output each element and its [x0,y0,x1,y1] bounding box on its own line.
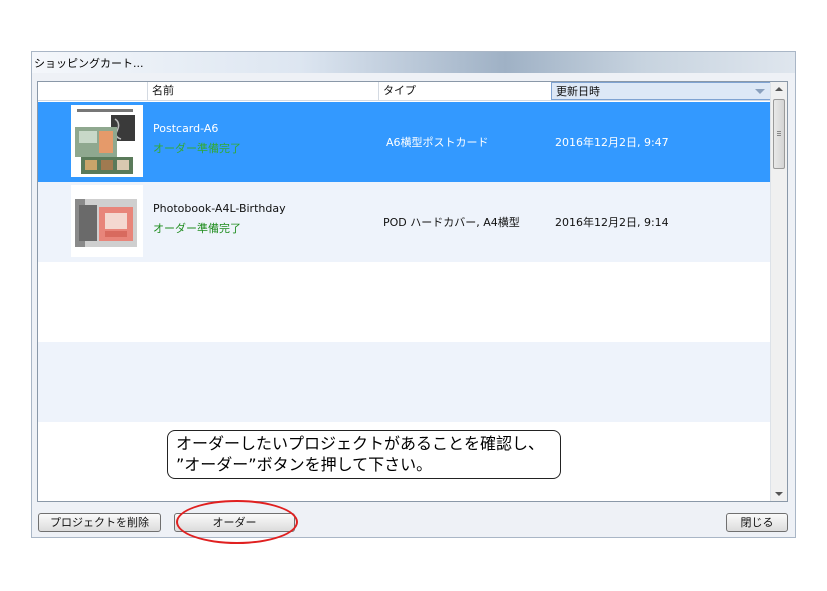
project-type: A6横型ポストカード [386,136,489,149]
project-date: 2016年12月2日, 9:14 [555,216,669,229]
empty-row [38,342,770,422]
column-header-type[interactable]: タイプ [378,82,551,100]
empty-row [38,262,770,342]
postcard-thumbnail [71,105,143,177]
project-name: Postcard-A6 [153,122,219,135]
window-title: ショッピングカート... [34,57,144,70]
project-type: POD ハードカバー, A4横型 [383,216,520,229]
list-header: 名前 タイプ 更新日時 [38,82,772,101]
sort-descending-icon [755,89,765,94]
close-button[interactable]: 閉じる [726,513,788,532]
grip-icon [777,131,781,136]
instruction-callout: オーダーしたいプロジェクトがあることを確認し、 ”オーダー”ボタンを押して下さい… [167,430,561,479]
scroll-up-arrow-icon[interactable] [775,87,783,91]
photobook-thumbnail [71,185,143,257]
project-date: 2016年12月2日, 9:47 [555,136,669,149]
callout-line-2: ”オーダー”ボタンを押して下さい。 [176,455,433,474]
delete-project-button[interactable]: プロジェクトを削除 [38,513,161,532]
scroll-down-arrow-icon[interactable] [775,492,783,496]
project-status: オーダー準備完了 [153,142,241,155]
column-header-name[interactable]: 名前 [147,82,378,100]
title-bar[interactable]: ショッピングカート... [32,52,795,73]
vertical-scrollbar[interactable] [770,82,787,501]
table-row[interactable]: Postcard-A6 オーダー準備完了 A6横型ポストカード 2016年12月… [38,102,770,182]
column-header-date[interactable]: 更新日時 [551,82,772,100]
callout-line-1: オーダーしたいプロジェクトがあることを確認し、 [176,434,545,453]
column-header-date-label: 更新日時 [556,85,600,98]
project-status: オーダー準備完了 [153,222,241,235]
table-row[interactable]: Photobook-A4L-Birthday オーダー準備完了 POD ハードカ… [38,182,770,262]
scrollbar-thumb[interactable] [773,99,785,169]
project-name: Photobook-A4L-Birthday [153,202,286,215]
order-button[interactable]: オーダー [174,513,295,532]
